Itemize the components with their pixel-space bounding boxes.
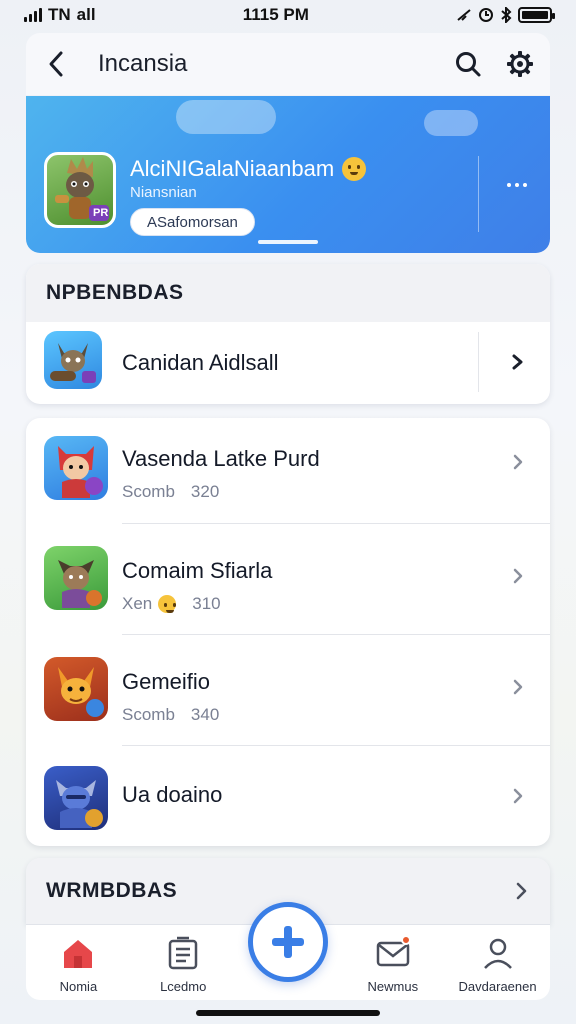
carousel-indicator — [258, 240, 318, 244]
chevron-button[interactable] — [508, 452, 528, 472]
item-thumbnail — [44, 766, 108, 830]
cloud-decoration — [424, 110, 478, 136]
settings-button[interactable] — [494, 38, 546, 90]
item-meta-label: Scomb — [122, 705, 175, 724]
mail-icon — [375, 935, 411, 971]
item-title: Comaim Sfiarla — [122, 558, 273, 583]
item-meta: Xen 310 — [122, 594, 221, 614]
avatar-tag: PR — [93, 207, 109, 219]
item-thumbnail — [44, 657, 108, 721]
more-options-button[interactable] — [496, 172, 538, 198]
tab-home[interactable]: Nomia — [26, 925, 131, 1000]
list-item[interactable]: Vasenda Latke Purd Scomb 320 — [26, 418, 550, 524]
profile-hero-banner[interactable]: PR AlciNIGalaNiaanbam Niansnian ASafomor… — [26, 96, 550, 253]
tab-label: Lcedmo — [160, 979, 207, 994]
item-thumbnail — [44, 546, 108, 610]
item-meta: Scomb 340 — [122, 705, 219, 725]
wifi-icon — [457, 9, 471, 21]
item-meta-value: 320 — [190, 482, 220, 501]
hero-name: AlciNIGalaNiaanbam — [130, 156, 367, 182]
hero-avatar[interactable]: PR — [44, 152, 116, 228]
orange-fox-icon — [58, 667, 104, 717]
section-header-text: WRMBDBAS — [46, 879, 178, 902]
green-goblin-icon — [58, 560, 102, 608]
gear-icon — [507, 51, 533, 77]
tab-profile[interactable]: Davdaraenen — [445, 925, 550, 1000]
tab-label: Davdaraenen — [458, 979, 537, 994]
chevron-right-icon — [513, 679, 523, 695]
tab-label: Nomia — [59, 979, 98, 994]
battery-icon — [518, 7, 555, 23]
chevron-right-icon — [516, 882, 527, 900]
cloud-decoration — [176, 100, 276, 134]
item-title: Vasenda Latke Purd — [122, 446, 320, 471]
red-hair-hero-icon — [58, 446, 103, 498]
blue-knight-icon — [56, 780, 103, 828]
status-left: TN all — [24, 5, 96, 25]
top-nav-bar: Incansia — [26, 33, 550, 95]
chevron-left-icon — [49, 51, 63, 77]
page-title: Incansia — [98, 50, 188, 77]
emoji-icon — [158, 595, 177, 613]
list-item[interactable]: Gemeifio Scomb 340 — [26, 635, 550, 746]
more-dot-icon — [515, 183, 519, 187]
home-icon — [60, 935, 96, 971]
profile-icon — [480, 935, 516, 971]
chevron-button[interactable] — [508, 677, 528, 697]
game-list-card: Vasenda Latke Purd Scomb 320 Comaim Sfia… — [26, 418, 550, 846]
item-meta: Scomb 320 — [122, 482, 219, 502]
document-icon — [165, 935, 201, 971]
item-title: Ua doaino — [122, 782, 223, 807]
goblin-character-icon — [50, 343, 96, 383]
item-title: Canidan Aidlsall — [122, 350, 279, 375]
plus-icon — [272, 926, 304, 958]
status-time: 1115 PM — [242, 5, 309, 24]
status-right — [456, 7, 555, 23]
chevron-right-icon — [513, 568, 523, 584]
section-card-featured: NPBENBDAS Canidan Aidlsall — [26, 264, 550, 404]
bluetooth-icon — [501, 7, 512, 23]
chevron-button[interactable] — [508, 786, 528, 806]
status-bar: TN all 1115 PM — [0, 0, 576, 30]
tab-label: Newmus — [367, 979, 419, 994]
section-header: NPBENBDAS — [26, 264, 550, 322]
item-title: Gemeifio — [122, 669, 211, 694]
double-chevron-right-icon — [512, 354, 523, 370]
back-button[interactable] — [30, 38, 82, 90]
more-dot-icon — [507, 183, 511, 187]
add-button[interactable] — [248, 902, 328, 982]
hero-badge-button[interactable]: ASafomorsan — [130, 208, 255, 236]
chevron-right-icon — [513, 788, 523, 804]
search-button[interactable] — [442, 38, 494, 90]
item-meta-label: Xen — [122, 594, 153, 613]
item-thumbnail — [44, 436, 108, 500]
notification-dot — [400, 935, 411, 945]
smiley-emoji-icon — [342, 157, 367, 181]
home-indicator — [196, 1010, 380, 1016]
signal-icon — [24, 8, 42, 22]
tab-documents[interactable]: Lcedmo — [131, 925, 236, 1000]
network-label: all — [76, 5, 96, 24]
hero-divider — [478, 156, 479, 232]
item-thumbnail — [44, 331, 102, 389]
tab-messages[interactable]: Newmus — [340, 925, 445, 1000]
alarm-icon — [479, 8, 493, 22]
row-divider — [478, 332, 479, 392]
search-icon — [456, 52, 481, 77]
hero-subtitle: Niansnian — [130, 184, 197, 201]
list-item[interactable]: Comaim Sfiarla Xen 310 — [26, 524, 550, 635]
item-meta-value: 340 — [190, 705, 220, 724]
open-item-button[interactable] — [508, 352, 528, 372]
hero-name-text: AlciNIGalaNiaanbam — [130, 156, 335, 181]
more-dot-icon — [523, 183, 527, 187]
carrier-label: TN — [48, 5, 71, 24]
item-meta-value: 310 — [192, 594, 221, 613]
chevron-button[interactable] — [508, 566, 528, 586]
list-item[interactable]: Ua doaino — [26, 746, 550, 846]
featured-list-item[interactable]: Canidan Aidlsall — [26, 322, 550, 404]
chevron-right-icon — [513, 454, 523, 470]
item-meta-label: Scomb — [122, 482, 175, 501]
